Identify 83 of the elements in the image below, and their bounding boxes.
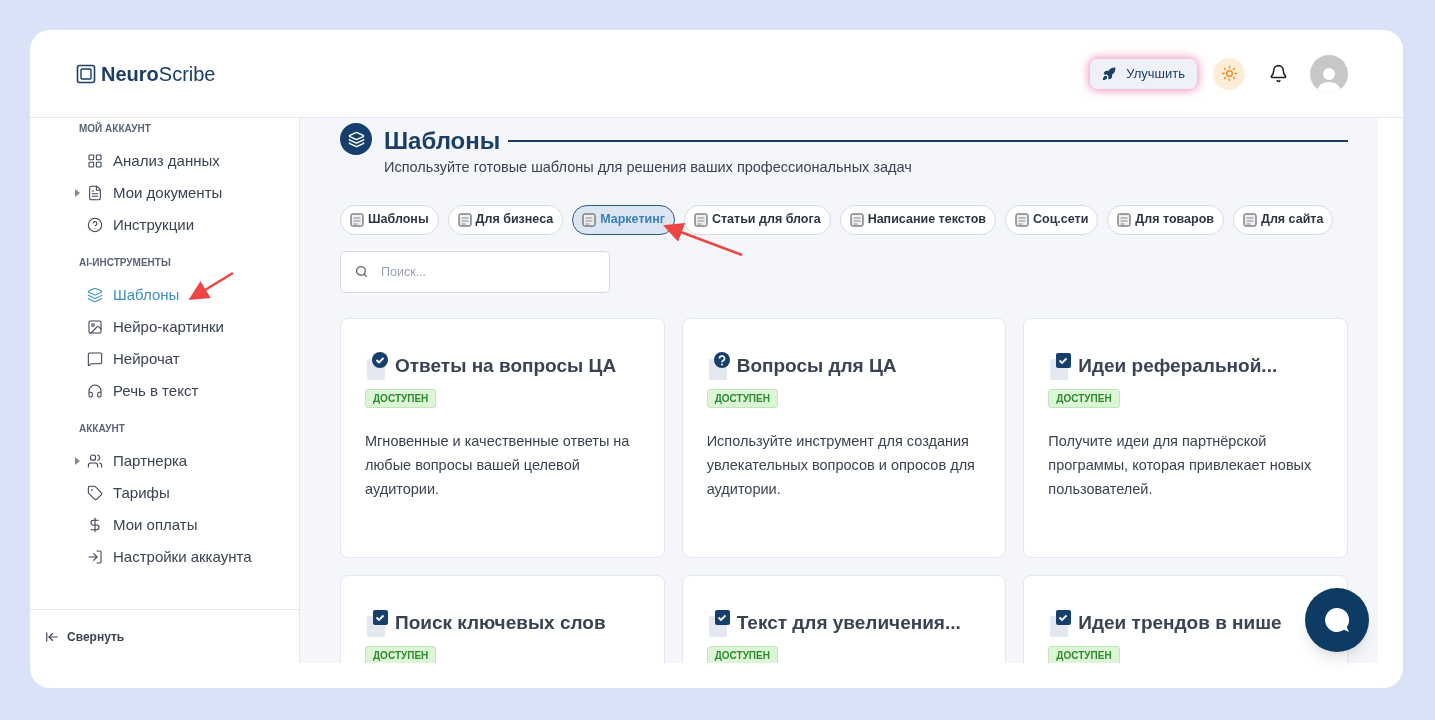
notepad-icon [350,212,364,227]
expand-caret-icon [75,189,80,197]
category-tab[interactable]: Для сайта [1233,204,1334,235]
image-icon [87,319,103,335]
annotation-arrow [188,271,234,300]
template-card[interactable]: Ответы на вопросы ЦА ДОСТУПЕН Мгновенные и качественные ответы на любые вопросы вашей целевой аудитории. [340,317,665,558]
template-card[interactable]: Идеи реферальной... ДОСТУПЕН Получите идеи для партнёрской программы, которая привлекает новых пользователей. [1023,317,1348,558]
logo-icon [76,63,96,84]
notepad-icon [1014,212,1029,227]
status-badge: ДОСТУПЕН [1048,645,1120,663]
card-title: Поиск ключевых слов [395,610,606,635]
notepad-icon [693,212,708,227]
users-icon [87,453,103,469]
template-card[interactable]: Текст для увеличения... ДОСТУПЕН [681,574,1007,663]
status-badge: ДОСТУПЕН [365,388,437,408]
sidebar-item[interactable]: Инструкции [55,209,279,241]
help-icon [87,217,103,233]
theme-toggle[interactable] [1213,57,1245,90]
sidebar-item[interactable]: Речь в текст [55,375,279,407]
template-card[interactable]: Поиск ключевых слов ДОСТУПЕН [340,574,665,663]
card-title: Идеи трендов в нише [1078,610,1282,635]
notepad-icon [457,212,472,227]
section-heading: АККАУНТ [79,422,126,436]
template-card[interactable]: Вопросы для ЦА ДОСТУПЕН Используйте инструмент для создания увлекательных вопросов и опросов для аудитории. [681,317,1007,558]
upgrade-button[interactable]: Улучшить [1090,58,1197,89]
sidebar-item[interactable]: Анализ данных [55,145,279,177]
grid-icon [87,153,103,169]
notifications-icon[interactable] [1269,64,1288,83]
chat-bubble-icon [1323,606,1351,634]
category-tab[interactable]: Написание текстов [839,204,996,235]
card-description: Мгновенные и качественные ответы на любые вопросы вашей целевой аудитории. [365,431,631,499]
card-title: Идеи реферальной... [1078,353,1278,378]
search-field[interactable]: Поиск... [340,250,610,293]
category-tab[interactable]: Соц.сети [1004,204,1099,235]
chat-icon [87,351,103,367]
layers-badge-icon [340,123,372,155]
expand-caret-icon [75,457,80,465]
collapse-button[interactable]: Свернуть [45,627,125,646]
headphones-icon [87,383,103,399]
category-tab[interactable]: Для бизнеса [447,204,564,235]
tag-icon [87,485,103,501]
card-title: Ответы на вопросы ЦА [395,353,617,378]
sun-icon [1220,65,1238,82]
card-title: Текст для увеличения... [736,610,961,635]
category-tab[interactable]: Для товаров [1107,204,1224,235]
notepad-icon [1243,212,1257,227]
sidebar-item[interactable]: Мои оплаты [55,509,279,541]
sidebar-item[interactable]: Настройки аккаунта [55,541,279,573]
sidebar-item[interactable]: Нейрочат [55,343,279,375]
sidebar-item[interactable]: Партнерка [55,445,279,477]
card-description: Используйте инструмент для создания увлекательных вопросов и опросов для аудитории. [706,431,976,499]
layers-icon [87,287,103,303]
sidebar-item[interactable]: Мои документы [55,177,279,209]
status-badge: ДОСТУПЕН [365,645,437,663]
card-title: Вопросы для ЦА [736,353,897,378]
card-description: Получите идеи для партнёрской программы, которая привлекает новых пользователей. [1048,431,1313,499]
document-check-icon [706,350,733,381]
notepad-icon [1117,212,1132,227]
status-badge: ДОСТУПЕН [706,645,778,663]
page-title: Шаблоны [384,126,501,156]
logo-text: NeuroScribe [101,61,216,87]
category-tab[interactable]: Шаблоны [340,204,439,235]
sidebar-item[interactable]: Тарифы [55,477,279,509]
login-icon [87,549,103,565]
search-icon [355,264,368,278]
page-subtitle: Используйте готовые шаблоны для решения ваших профессиональных задач [384,158,913,177]
dollar-icon [87,517,103,533]
notepad-icon [849,212,864,227]
section-heading: AI-ИНСТРУМЕНТЫ [79,256,172,270]
section-heading: МОЙ АККАУНТ [79,121,152,136]
category-tab[interactable]: Статьи для блога [683,204,831,235]
sidebar-item[interactable]: Нейро-картинки [55,311,279,343]
rocket-icon [1102,66,1117,81]
document-check-icon [365,607,391,638]
notepad-icon [582,212,597,227]
status-badge: ДОСТУПЕН [1048,388,1120,408]
document-check-icon [365,350,391,381]
document-check-icon [706,607,733,638]
document-icon [87,185,103,201]
template-card[interactable]: Идеи трендов в нише ДОСТУПЕН [1023,574,1348,663]
collapse-arrow-icon [45,629,59,644]
status-badge: ДОСТУПЕН [706,388,778,408]
sidebar-item[interactable]: Шаблоны [55,279,279,311]
